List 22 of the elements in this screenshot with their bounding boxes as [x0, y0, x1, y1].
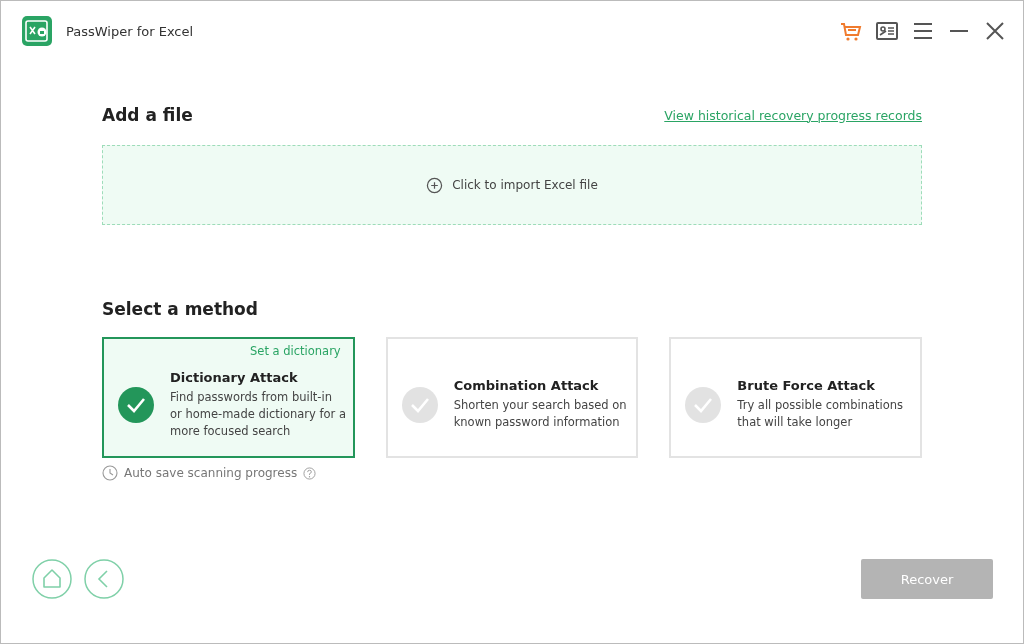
method-title: Brute Force Attack [737, 378, 876, 393]
add-file-heading: Add a file [102, 105, 193, 125]
method-description: Shorten your search based on known password information [453, 397, 628, 431]
app-title: PassWiper for Excel [66, 23, 194, 39]
method-heading: Select a method [102, 299, 259, 319]
method-description: Try all possible combinations that will take longer [737, 397, 905, 431]
app-logo-icon [22, 16, 52, 46]
plus-circle-icon [426, 176, 444, 194]
check-circle-icon [117, 385, 155, 424]
import-label: Click to import Excel file [452, 178, 598, 192]
method-card[interactable]: Brute Force Attack Try all possible combinations that will take longer [669, 337, 922, 458]
method-title: Combination Attack [453, 378, 600, 393]
check-circle-icon [400, 385, 439, 424]
method-card[interactable]: Combination Attack Shorten your search based on known password information [385, 337, 639, 458]
method-title: Dictionary Attack [170, 369, 299, 385]
registration-card-icon[interactable] [875, 19, 899, 43]
auto-save-label: Auto save scanning progress [124, 466, 298, 480]
clock-icon [102, 465, 118, 481]
import-drop-zone[interactable]: Click to import Excel file [102, 145, 922, 225]
check-circle-icon [684, 385, 723, 424]
method-card[interactable]: Set a dictionary Dictionary Attack Find passwords from built-in or home-made dictionary for a more focused search [102, 337, 355, 458]
method-description: Find passwords from built-in or home-made dictionary for a more focused search [170, 388, 347, 440]
